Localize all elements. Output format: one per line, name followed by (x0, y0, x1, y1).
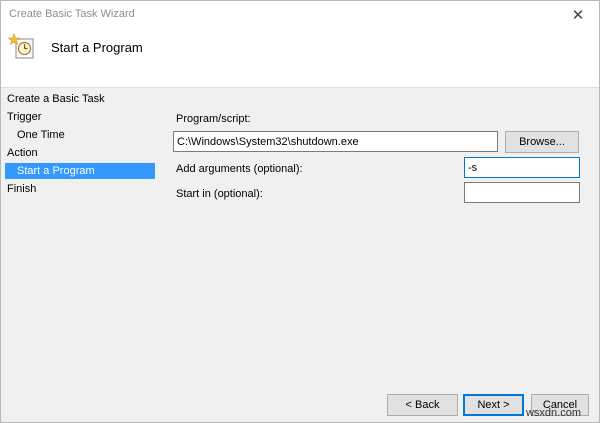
program-script-input[interactable] (173, 131, 498, 152)
step-finish: Finish (7, 183, 37, 195)
add-arguments-input[interactable] (464, 157, 580, 178)
wizard-header: Start a Program (1, 29, 599, 88)
step-action: Action (7, 147, 38, 159)
back-button[interactable]: < Back (387, 394, 458, 416)
step-create-basic-task: Create a Basic Task (7, 93, 105, 105)
next-button[interactable]: Next > (463, 394, 524, 416)
wizard-steps: Create a Basic Task Trigger One Time Act… (1, 88, 159, 422)
window-title: Create Basic Task Wizard (9, 8, 135, 20)
wizard-window: Create Basic Task Wizard ✕ Start a Progr… (0, 0, 600, 423)
add-arguments-label: Add arguments (optional): (176, 163, 303, 175)
step-start-a-program: Start a Program (5, 163, 155, 179)
clock-icon (7, 33, 36, 61)
title-bar: Create Basic Task Wizard ✕ (1, 1, 599, 29)
wizard-body: Create a Basic Task Trigger One Time Act… (1, 88, 599, 422)
step-trigger: Trigger (7, 111, 42, 123)
browse-button[interactable]: Browse... (505, 131, 579, 153)
page-title: Start a Program (51, 40, 143, 55)
program-script-label: Program/script: (176, 113, 251, 125)
close-icon: ✕ (571, 7, 585, 24)
start-in-input[interactable] (464, 182, 580, 203)
watermark: wsxdn.com (525, 407, 581, 419)
close-button[interactable]: ✕ (563, 4, 593, 26)
step-one-time: One Time (17, 129, 65, 141)
start-in-label: Start in (optional): (176, 188, 263, 200)
